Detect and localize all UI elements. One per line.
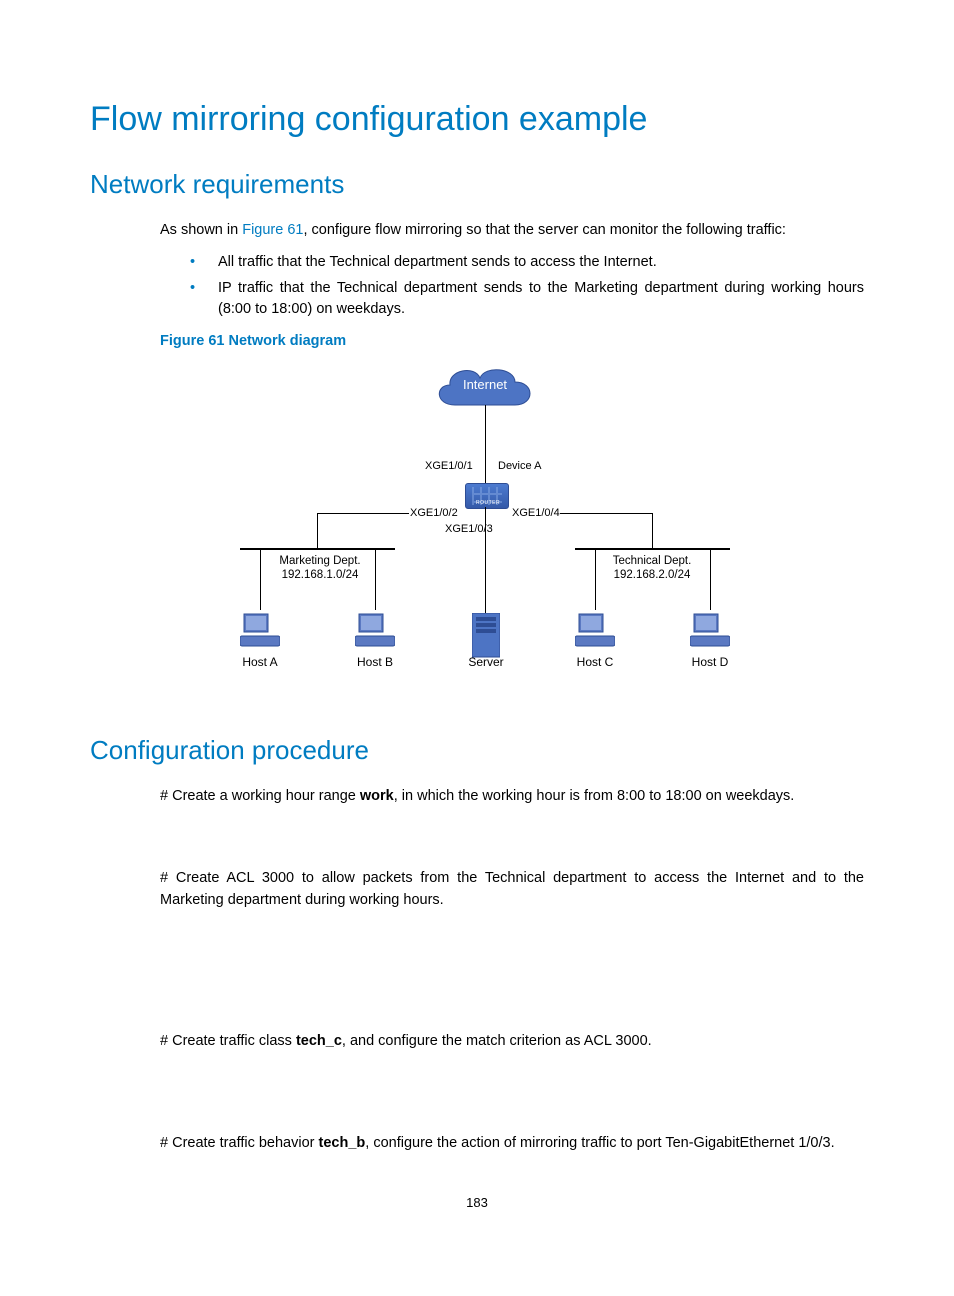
page-title: Flow mirroring configuration example [90, 100, 864, 139]
config-step-1: # Create a working hour range work, in w… [160, 786, 864, 808]
server-label: Server [456, 655, 516, 669]
intro-paragraph: As shown in Figure 61, configure flow mi… [160, 220, 864, 242]
step4-text-before: # Create traffic behavior [160, 1135, 319, 1151]
subnet-bar [240, 548, 395, 550]
host-b-label: Host B [345, 655, 405, 669]
technical-dept-text: Technical Dept. [613, 555, 692, 567]
network-diagram: Internet XGE1/0/1 Device A ROUTER XGE1/0… [160, 355, 800, 705]
config-step-4: # Create traffic behavior tech_b, config… [160, 1133, 864, 1155]
connector-line [560, 513, 652, 514]
step4-bold: tech_b [319, 1135, 366, 1151]
list-item: All traffic that the Technical departmen… [190, 252, 864, 274]
internet-label: Internet [450, 377, 520, 392]
page-number: 183 [90, 1195, 864, 1210]
step1-text-before: # Create a working hour range [160, 788, 360, 804]
figure-caption: Figure 61 Network diagram [160, 333, 864, 349]
step4-text-after: , configure the action of mirroring traf… [365, 1135, 834, 1151]
computer-icon [355, 610, 395, 650]
computer-icon [690, 610, 730, 650]
marketing-dept-text: Marketing Dept. [279, 555, 360, 567]
host-d-label: Host D [680, 655, 740, 669]
list-item: IP traffic that the Technical department… [190, 278, 864, 322]
computer-icon [240, 610, 280, 650]
intro-text-after: , configure flow mirroring so that the s… [303, 222, 785, 238]
step3-bold: tech_c [296, 1033, 342, 1049]
intro-text-before: As shown in [160, 222, 242, 238]
section-heading-config: Configuration procedure [90, 735, 864, 766]
section-heading-network: Network requirements [90, 169, 864, 200]
technical-net-text: 192.168.2.0/24 [614, 569, 691, 581]
device-label: Device A [498, 460, 541, 472]
step3-text-before: # Create traffic class [160, 1033, 296, 1049]
figure-link[interactable]: Figure 61 [242, 222, 303, 238]
port-label-2: XGE1/0/2 [410, 507, 458, 519]
port-label-1: XGE1/0/1 [425, 460, 473, 472]
config-step-3: # Create traffic class tech_c, and confi… [160, 1031, 864, 1053]
connector-line [485, 507, 486, 619]
connector-line [652, 513, 653, 548]
connector-line [317, 513, 409, 514]
step1-text-after: , in which the working hour is from 8:00… [394, 788, 795, 804]
marketing-subnet-label: Marketing Dept. 192.168.1.0/24 [260, 555, 380, 583]
bullet-list: All traffic that the Technical departmen… [190, 252, 864, 321]
router-text-icon: ROUTER [476, 500, 500, 506]
step3-text-after: , and configure the match criterion as A… [342, 1033, 652, 1049]
config-step-2: # Create ACL 3000 to allow packets from … [160, 868, 864, 912]
connector-line [485, 405, 486, 483]
computer-icon [575, 610, 615, 650]
marketing-net-text: 192.168.1.0/24 [282, 569, 359, 581]
step1-bold: work [360, 788, 394, 804]
port-label-4: XGE1/0/4 [512, 507, 560, 519]
subnet-bar [575, 548, 730, 550]
connector-line [317, 513, 318, 548]
server-icon [472, 613, 500, 661]
host-a-label: Host A [230, 655, 290, 669]
host-c-label: Host C [565, 655, 625, 669]
technical-subnet-label: Technical Dept. 192.168.2.0/24 [592, 555, 712, 583]
